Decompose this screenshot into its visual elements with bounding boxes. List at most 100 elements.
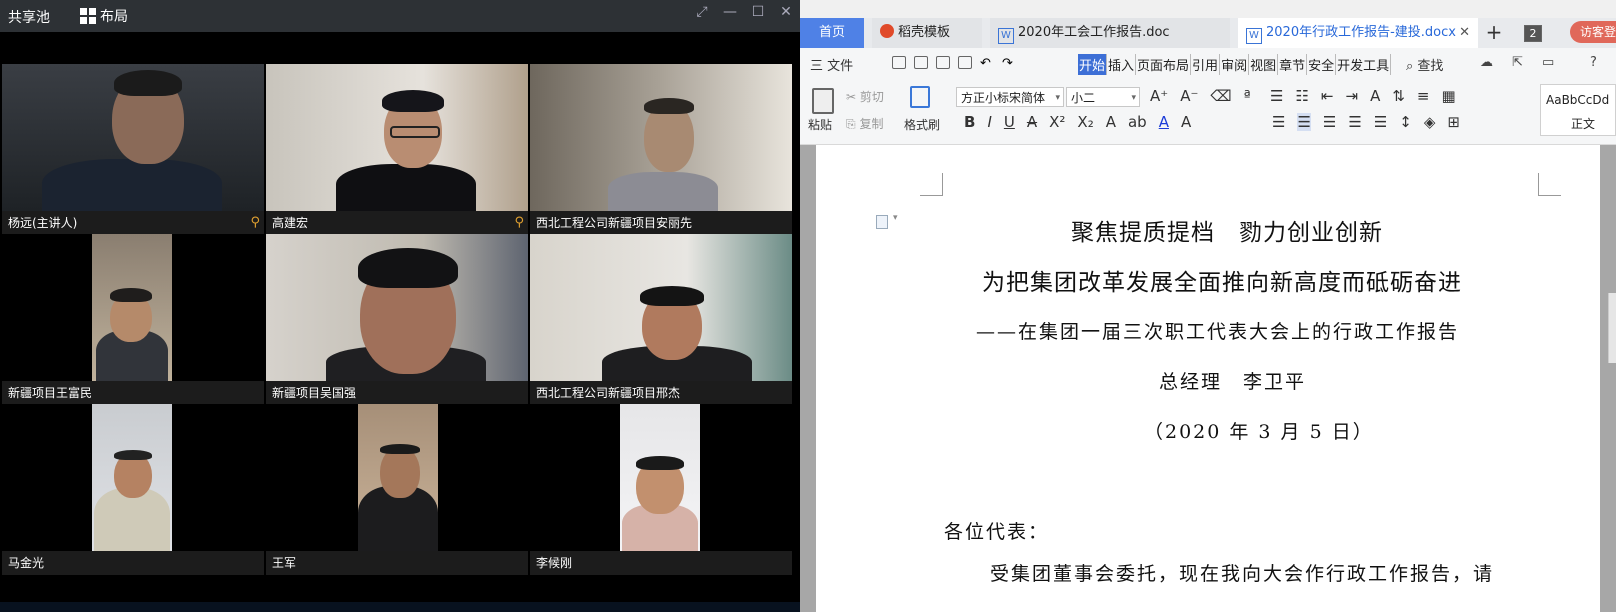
file-menu[interactable]: 三 文件 xyxy=(810,55,853,74)
video-tile[interactable]: 西北工程公司新疆项目邢杰 xyxy=(530,234,792,405)
shading-icon[interactable]: ◈ xyxy=(1424,113,1436,131)
font-tools-row: A⁺ A⁻ ⌫ ª xyxy=(1150,87,1251,105)
chinese-layout-icon[interactable]: A xyxy=(1370,87,1380,105)
format-painter-icon[interactable] xyxy=(910,86,930,108)
tab-label: 2020年工会工作报告.doc xyxy=(1018,25,1170,40)
italic-icon[interactable]: I xyxy=(987,113,991,131)
visitor-login-button[interactable]: 访客登 xyxy=(1570,21,1616,43)
document-title-line2: 为把集团改革发展全面推向新高度而砥砺奋进 xyxy=(982,270,1462,296)
tab-page-layout[interactable]: 页面布局 xyxy=(1136,54,1192,75)
tab-review[interactable]: 审阅 xyxy=(1220,54,1250,75)
video-tile[interactable]: 高建宏 ⚲ xyxy=(266,64,528,235)
chevron-down-icon: ▾ xyxy=(1055,93,1060,103)
subscript-icon[interactable]: X₂ xyxy=(1077,113,1093,131)
video-tile[interactable]: 新疆项目王富民 xyxy=(2,234,264,405)
new-tab-button[interactable]: + xyxy=(1480,18,1508,48)
document-page[interactable]: ▾ 聚焦提质提档 勠力创业创新 为把集团改革发展全面推向新高度而砥砺奋进 ——在… xyxy=(816,145,1600,612)
sort-icon[interactable]: ⇅ xyxy=(1392,87,1405,105)
increase-indent-icon[interactable]: ⇥ xyxy=(1345,87,1358,105)
save-icon[interactable] xyxy=(892,56,906,69)
font-color-icon[interactable]: A xyxy=(1159,113,1169,131)
chevron-down-icon[interactable]: ▾ xyxy=(893,213,898,223)
shrink-font-icon[interactable]: A⁻ xyxy=(1180,87,1198,105)
char-shading-icon[interactable]: A xyxy=(1181,113,1191,131)
text-format-row: B I U A X² X₂ A ab A A xyxy=(964,113,1191,131)
line-tools-icon[interactable]: ≡ xyxy=(1417,87,1430,105)
align-right-icon[interactable]: ☰ xyxy=(1323,113,1336,131)
maximize-icon[interactable]: ☐ xyxy=(750,4,766,20)
close-icon[interactable]: ✕ xyxy=(778,4,794,20)
tab-chapter[interactable]: 章节 xyxy=(1278,54,1308,75)
tab-document-active[interactable]: W 2020年行政工作报告-建投.docx ✕ xyxy=(1238,18,1478,48)
bullet-list-icon[interactable]: ☰ xyxy=(1270,87,1283,105)
justify-icon[interactable]: ☰ xyxy=(1348,113,1361,131)
align-left-icon[interactable]: ☰ xyxy=(1272,113,1285,131)
style-sample: AaBbCcDd xyxy=(1546,93,1610,107)
paste-icon[interactable] xyxy=(812,88,834,114)
tab-daoke-templates[interactable]: 稻壳模板 xyxy=(872,18,982,48)
grow-font-icon[interactable]: A⁺ xyxy=(1150,87,1168,105)
video-tile[interactable]: 新疆项目吴国强 xyxy=(266,234,528,405)
find-label: 查找 xyxy=(1417,59,1444,74)
video-tile[interactable]: 马金光 xyxy=(2,404,264,575)
pin-icon[interactable]: ⚲ xyxy=(250,211,260,235)
paste-button[interactable]: 粘贴 xyxy=(808,116,832,133)
video-tile[interactable]: 杨远(主讲人) ⚲ xyxy=(2,64,264,235)
minimize-icon[interactable]: — xyxy=(722,4,738,20)
format-painter-button[interactable]: 格式刷 xyxy=(904,116,940,133)
phonetic-icon[interactable]: ª xyxy=(1244,87,1251,105)
distributed-icon[interactable]: ☰ xyxy=(1374,113,1387,131)
video-feed xyxy=(620,404,700,552)
export-icon[interactable] xyxy=(914,56,928,69)
cloud-icon[interactable]: ☁ xyxy=(1480,55,1493,70)
window-count-badge[interactable]: 2 xyxy=(1524,25,1542,42)
pin-icon[interactable]: ⚲ xyxy=(514,211,524,235)
borders-icon[interactable]: ⊞ xyxy=(1447,113,1460,131)
close-tab-icon[interactable]: ✕ xyxy=(1459,18,1470,48)
print-preview-icon[interactable] xyxy=(958,56,972,69)
font-size-select[interactable]: 小二 ▾ xyxy=(1066,87,1140,107)
video-tile[interactable]: 李候刚 xyxy=(530,404,792,575)
highlight-icon[interactable]: ab xyxy=(1128,113,1147,131)
vertical-scrollbar[interactable] xyxy=(1608,293,1616,363)
cut-button[interactable]: ✂ 剪切 xyxy=(846,88,884,105)
underline-icon[interactable]: U xyxy=(1004,113,1015,131)
fullscreen-icon[interactable]: ⤢ xyxy=(694,4,710,20)
print-icon[interactable] xyxy=(936,56,950,69)
align-center-icon[interactable]: ☰ xyxy=(1297,113,1311,131)
tab-insert[interactable]: 插入 xyxy=(1107,54,1137,75)
undo-icon[interactable]: ↶ xyxy=(980,56,994,71)
video-feed xyxy=(530,234,792,386)
tab-view[interactable]: 视图 xyxy=(1249,54,1279,75)
bold-icon[interactable]: B xyxy=(964,113,975,131)
table-border-icon[interactable]: ▦ xyxy=(1441,87,1455,105)
page-corner-mark xyxy=(920,173,943,196)
font-name-select[interactable]: 方正小标宋简体 ▾ xyxy=(956,87,1064,107)
tab-start[interactable]: 开始 xyxy=(1078,54,1108,75)
decrease-indent-icon[interactable]: ⇤ xyxy=(1321,87,1334,105)
tab-developer[interactable]: 开发工具 xyxy=(1336,54,1392,75)
more-icon[interactable]: ▭ xyxy=(1542,55,1554,70)
tab-home[interactable]: 首页 xyxy=(800,18,864,48)
video-tile[interactable]: 西北工程公司新疆项目安丽先 xyxy=(530,64,792,235)
share-icon[interactable]: ⇱ xyxy=(1512,55,1523,70)
line-spacing-icon[interactable]: ↕ xyxy=(1399,113,1412,131)
tab-references[interactable]: 引用 xyxy=(1191,54,1221,75)
redo-icon[interactable]: ↷ xyxy=(1002,56,1016,71)
strikethrough-icon[interactable]: A xyxy=(1027,113,1037,131)
copy-button[interactable]: ⎘ 复制 xyxy=(846,115,883,132)
style-gallery[interactable]: AaBbCcDd 正文 xyxy=(1540,84,1616,136)
paragraph-icon[interactable] xyxy=(876,215,888,229)
numbered-list-icon[interactable]: ☷ xyxy=(1295,87,1308,105)
shared-pool-button[interactable]: 共享池 xyxy=(8,7,50,27)
clear-format-icon[interactable]: ⌫ xyxy=(1210,87,1231,105)
text-effect-icon[interactable]: A xyxy=(1106,113,1116,131)
find-button[interactable]: ⌕ 查找 xyxy=(1406,55,1443,74)
tab-document[interactable]: W 2020年工会工作报告.doc xyxy=(990,18,1230,48)
help-icon[interactable]: ? xyxy=(1590,55,1597,70)
video-feed xyxy=(358,404,438,552)
video-tile[interactable]: 王军 xyxy=(266,404,528,575)
tab-security[interactable]: 安全 xyxy=(1307,54,1337,75)
layout-button[interactable]: 布局 xyxy=(80,6,128,26)
superscript-icon[interactable]: X² xyxy=(1049,113,1065,131)
